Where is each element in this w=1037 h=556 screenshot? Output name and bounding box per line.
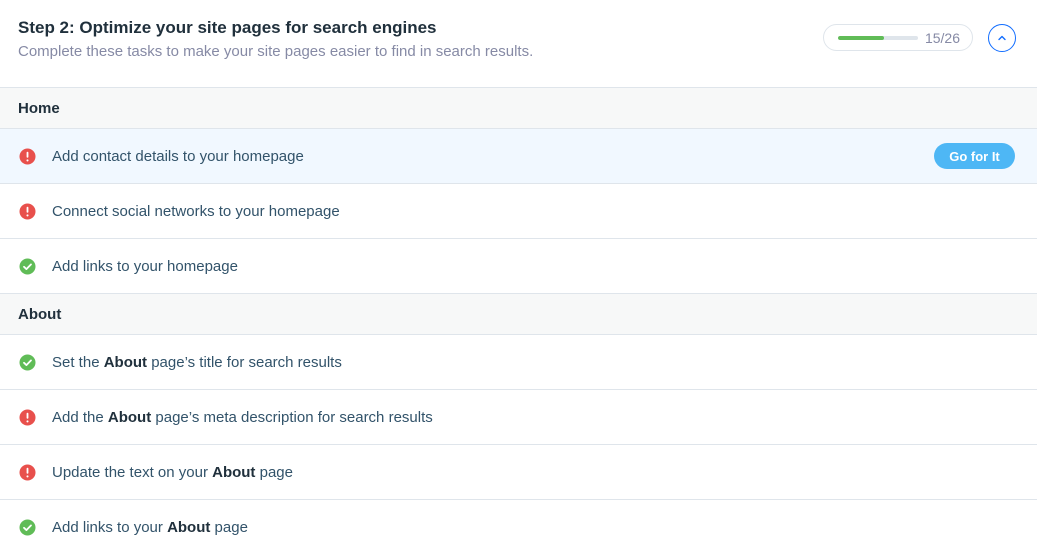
task-text-bold: About xyxy=(103,353,148,371)
task-row[interactable]: Add links to your About page xyxy=(0,500,1037,555)
error-icon xyxy=(19,464,36,481)
task-row[interactable]: Update the text on your About page xyxy=(0,445,1037,500)
task-label: Add contact details to your homepage xyxy=(52,147,304,165)
task-row[interactable]: Connect social networks to your homepage xyxy=(0,184,1037,239)
error-icon xyxy=(19,148,36,165)
section-header-about: About xyxy=(0,294,1037,335)
task-label: Add links to your About page xyxy=(52,519,248,536)
task-text-pre: Add the xyxy=(52,408,108,426)
checkmark-icon xyxy=(19,258,36,275)
step-header: Step 2: Optimize your site pages for sea… xyxy=(0,0,1037,88)
task-text-pre: Update the text on your xyxy=(52,463,213,481)
collapse-button[interactable] xyxy=(988,24,1016,52)
task-text-post: page xyxy=(210,519,248,536)
checkmark-icon xyxy=(19,519,36,536)
task-label: Add the About page’s meta description fo… xyxy=(52,409,433,426)
progress-track xyxy=(838,35,918,40)
task-row[interactable]: Add contact details to your homepage Go … xyxy=(0,129,1037,184)
checkmark-icon xyxy=(19,354,36,371)
task-label: Set the About page’s title for search re… xyxy=(52,354,342,371)
progress-indicator: 15/26 xyxy=(823,24,973,51)
task-row[interactable]: Add the About page’s meta description fo… xyxy=(0,390,1037,445)
go-for-it-button[interactable]: Go for It xyxy=(934,143,1015,169)
task-row[interactable]: Set the About page’s title for search re… xyxy=(0,335,1037,390)
chevron-up-icon xyxy=(998,35,1006,41)
progress-fill xyxy=(838,35,885,40)
task-text-post: page’s meta description for search resul… xyxy=(151,408,433,426)
task-label: Connect social networks to your homepage xyxy=(52,202,340,220)
task-row[interactable]: Add links to your homepage xyxy=(0,239,1037,294)
task-label: Add links to your homepage xyxy=(52,257,238,275)
progress-count: 15/26 xyxy=(924,29,960,46)
error-icon xyxy=(19,409,36,426)
task-text-bold: About xyxy=(167,519,211,536)
task-text-post: page’s title for search results xyxy=(147,353,342,371)
task-text-pre: Add links to your xyxy=(52,519,168,536)
task-text-pre: Set the xyxy=(52,353,104,371)
task-text-post: page xyxy=(255,463,293,481)
task-text-bold: About xyxy=(212,463,256,481)
task-text-bold: About xyxy=(107,408,152,426)
section-header-home: Home xyxy=(0,88,1037,129)
error-icon xyxy=(19,203,36,220)
task-label: Update the text on your About page xyxy=(52,464,293,481)
